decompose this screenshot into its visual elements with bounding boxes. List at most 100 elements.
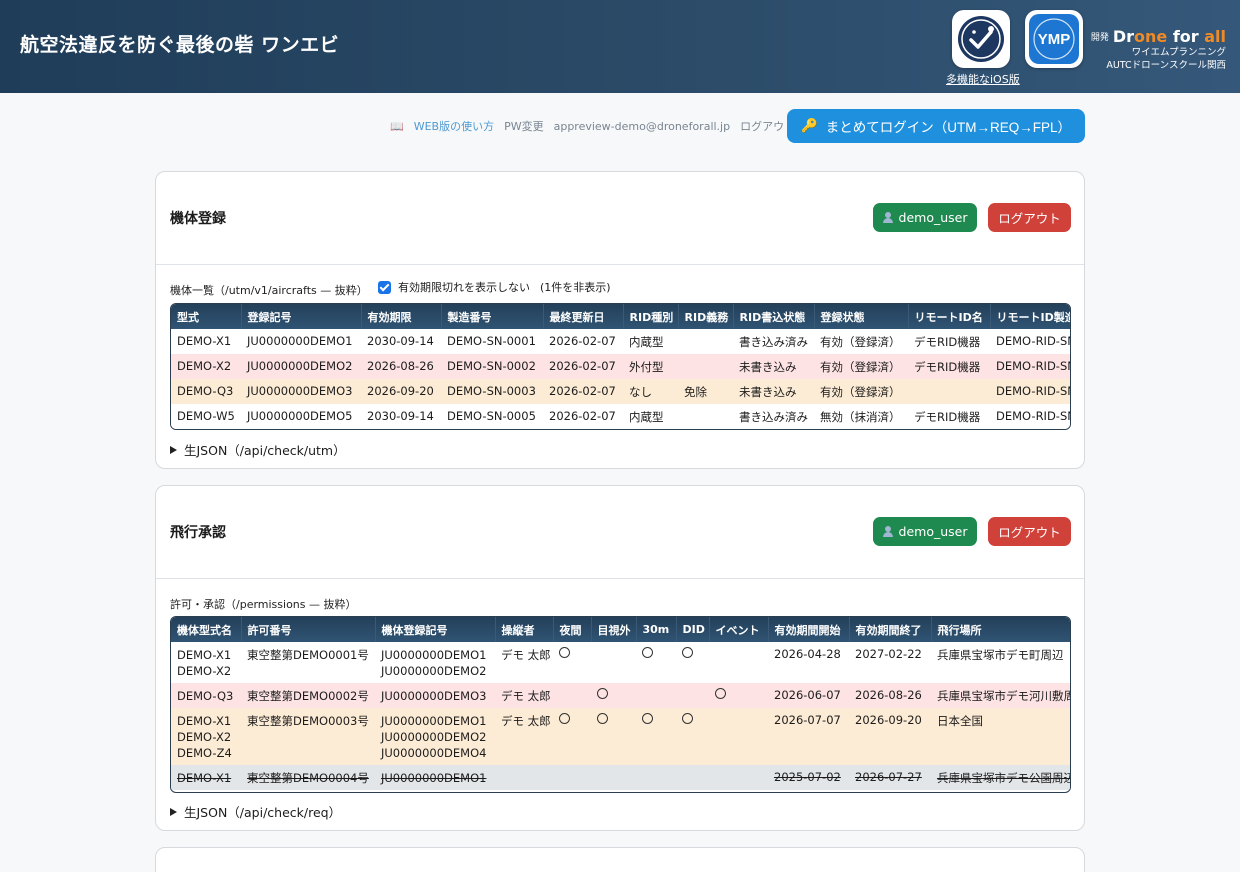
column-header: イベント [709, 617, 769, 642]
table-cell [908, 379, 990, 404]
cell-line: JU0000000DEMO1 [381, 771, 487, 785]
key-icon: 🔑 [800, 118, 818, 133]
aircraft-user-button[interactable]: demo_user [873, 203, 977, 232]
brand-name-one: one [1134, 27, 1168, 46]
table-cell: DEMO-X1 [171, 329, 241, 354]
permission-table: 機体型式名 許可番号 機体登録記号 操縦者 夜間 目視外 30m DID イベント 有効期間開始有… [171, 617, 1070, 790]
distance-30m-cell [636, 708, 676, 765]
column-header: 機体型式名 [171, 617, 242, 642]
pilot-cell: デモ 太郎 [495, 642, 553, 683]
pilot-cell: デモ 太郎 [495, 683, 553, 708]
registration-cell: JU0000000DEMO3 [375, 683, 495, 708]
permission-logout-button[interactable]: ログアウト [988, 517, 1071, 546]
column-header: 夜間 [553, 617, 592, 642]
column-header: 許可番号 [241, 617, 376, 642]
table-cell: 2026-09-20 [361, 379, 441, 404]
table-cell: JU0000000DEMO3 [241, 379, 361, 404]
registration-cell: JU0000000DEMO1 JU0000000DEMO2 JU0000000DEM… [375, 708, 495, 765]
column-header: RID義務 [678, 304, 734, 329]
account-bar: 📖 WEB版の使い方 PW変更 appreview-demo@dronefora… [390, 118, 805, 134]
column-header: DID [676, 617, 710, 642]
aircraft-row[interactable]: DEMO-Q3 JU0000000DEMO3 2026-09-20 DEMO-SN-0… [171, 379, 1070, 404]
table-cell: 外付型 [623, 354, 678, 379]
permission-row[interactable]: DEMO-Q3 東空整第DEMO0002号 JU0000000DEMO3 デモ 太郎 2… [171, 683, 1070, 708]
hide-expired-checkbox[interactable] [378, 280, 391, 294]
brand-name: 開発 Drone for all [1091, 27, 1226, 46]
circle-mark-icon [682, 647, 693, 658]
ios-version-link[interactable]: 多機能なiOS版 [946, 71, 1020, 87]
cell-line: DEMO-X1 [177, 648, 232, 662]
registration-cell: JU0000000DEMO1 [375, 765, 495, 790]
cell-line: JU0000000DEMO2 [381, 664, 487, 678]
table-cell: 2030-09-14 [361, 404, 441, 429]
brand-school: AUTCドローンスクール関西 [1106, 60, 1226, 71]
table-cell: DEMO-X2 [171, 354, 241, 379]
column-header: RID書込状態 [733, 304, 815, 329]
web-guide-link[interactable]: WEB版の使い方 [414, 118, 494, 134]
table-cell: DEMO-RID-SN5 [990, 404, 1070, 429]
table-cell: 有効（登録済） [814, 379, 908, 404]
did-cell [676, 708, 709, 765]
pw-change-link[interactable]: PW変更 [504, 118, 544, 134]
column-header: 機体登録記号 [375, 617, 496, 642]
flight-place-cell: 兵庫県宝塚市デモ河川敷周辺 [931, 683, 1070, 708]
circle-mark-icon [597, 688, 608, 699]
aircraft-table-header-row: 型式 登録記号 有効期限 製造番号 最終更新日 RID種別 RID義務 RID書込状態 登録状態… [171, 304, 1070, 329]
permit-number-cell: 東空整第DEMO0003号 [241, 708, 375, 765]
brand-dev-label: 開発 [1090, 33, 1109, 43]
flight-permission-card: 飛行承認 demo_user ログアウト 許可・承認（/permissions … [155, 485, 1085, 831]
period-end-cell: 2026-09-20 [849, 708, 931, 765]
column-header: 有効期間終了 [849, 617, 932, 642]
bvlos-cell [591, 708, 636, 765]
disclosure-triangle-icon [170, 445, 177, 454]
permission-table-header-row: 機体型式名 許可番号 機体登録記号 操縦者 夜間 目視外 30m DID イベント 有効期間開始有… [171, 617, 1070, 642]
column-header: RID種別 [623, 304, 679, 329]
flight-place-cell: 兵庫県宝塚市デモ町周辺 [931, 642, 1070, 683]
permission-row[interactable]: DEMO-X1 DEMO-X2 DEMO-Z4 東空整第DEMO0003号 JU0000… [171, 708, 1070, 765]
hide-expired-filter[interactable]: 有効期限切れを表示しない (1件を非表示) [378, 279, 611, 295]
period-start-cell: 2025-07-02 [768, 765, 849, 790]
flight-place-cell: 日本全国 [931, 708, 1070, 765]
table-cell [678, 404, 733, 429]
column-header: 有効期間開始 [768, 617, 850, 642]
drone-app-icon[interactable] [952, 10, 1010, 68]
aircraft-json-toggle[interactable]: 生JSON（/api/check/utm） [170, 440, 346, 459]
permission-row[interactable]: DEMO-X1 DEMO-X2 東空整第DEMO0001号 JU0000000DEMO… [171, 642, 1070, 683]
table-cell: 2026-02-07 [543, 404, 623, 429]
did-cell [676, 683, 709, 708]
table-cell: DEMO-SN-0005 [441, 404, 543, 429]
night-cell [553, 683, 591, 708]
aircraft-row[interactable]: DEMO-W5 JU0000000DEMO5 2030-09-14 DEMO-SN-0… [171, 404, 1070, 429]
did-cell [676, 765, 709, 790]
column-header: リモートID名 [908, 304, 991, 329]
flight-place-cell: 兵庫県宝塚市デモ公園周辺 [931, 765, 1070, 790]
permission-table-wrap[interactable]: 機体型式名 許可番号 機体登録記号 操縦者 夜間 目視外 30m DID イベント 有効期間開始有… [170, 616, 1071, 793]
table-cell: 有効（登録済） [814, 329, 908, 354]
disclosure-triangle-icon [170, 807, 177, 816]
circle-mark-icon [559, 713, 570, 724]
column-header: 目視外 [591, 617, 637, 642]
table-cell: DEMO-SN-0003 [441, 379, 543, 404]
permission-json-toggle[interactable]: 生JSON（/api/check/req） [170, 802, 341, 821]
user-icon [882, 212, 893, 223]
ymp-trainer-app-icon[interactable]: YMP [1025, 10, 1083, 68]
login-all-button[interactable]: 🔑 まとめてログイン（UTM→REQ→FPL） [787, 109, 1085, 143]
aircraft-row[interactable]: DEMO-X2 JU0000000DEMO2 2026-08-26 DEMO-SN-0… [171, 354, 1070, 379]
table-cell: JU0000000DEMO1 [241, 329, 361, 354]
aircraft-table-wrap[interactable]: 型式 登録記号 有効期限 製造番号 最終更新日 RID種別 RID義務 RID書込状態 登録状態… [170, 303, 1071, 430]
circle-mark-icon [559, 647, 570, 658]
cell-line: JU0000000DEMO2 [381, 730, 487, 744]
circle-mark-icon [597, 713, 608, 724]
table-cell: DEMO-SN-0002 [441, 354, 543, 379]
column-header: 最終更新日 [543, 304, 624, 329]
distance-30m-cell [636, 765, 676, 790]
permission-row[interactable]: DEMO-X1 東空整第DEMO0004号 JU0000000DEMO1 2025-0… [171, 765, 1070, 790]
aircraft-row[interactable]: DEMO-X1 JU0000000DEMO1 2030-09-14 DEMO-SN-0… [171, 329, 1070, 354]
aircraft-logout-button[interactable]: ログアウト [988, 203, 1071, 232]
aircraft-registration-card: 機体登録 demo_user ログアウト 機体一覧（/utm/v1/aircra… [155, 171, 1085, 469]
permission-user-button[interactable]: demo_user [873, 517, 977, 546]
table-cell: 内蔵型 [623, 329, 678, 354]
column-header: 登録状態 [814, 304, 909, 329]
table-cell: 2026-02-07 [543, 329, 623, 354]
brand-company: ワイエムプランニング [1131, 47, 1226, 58]
